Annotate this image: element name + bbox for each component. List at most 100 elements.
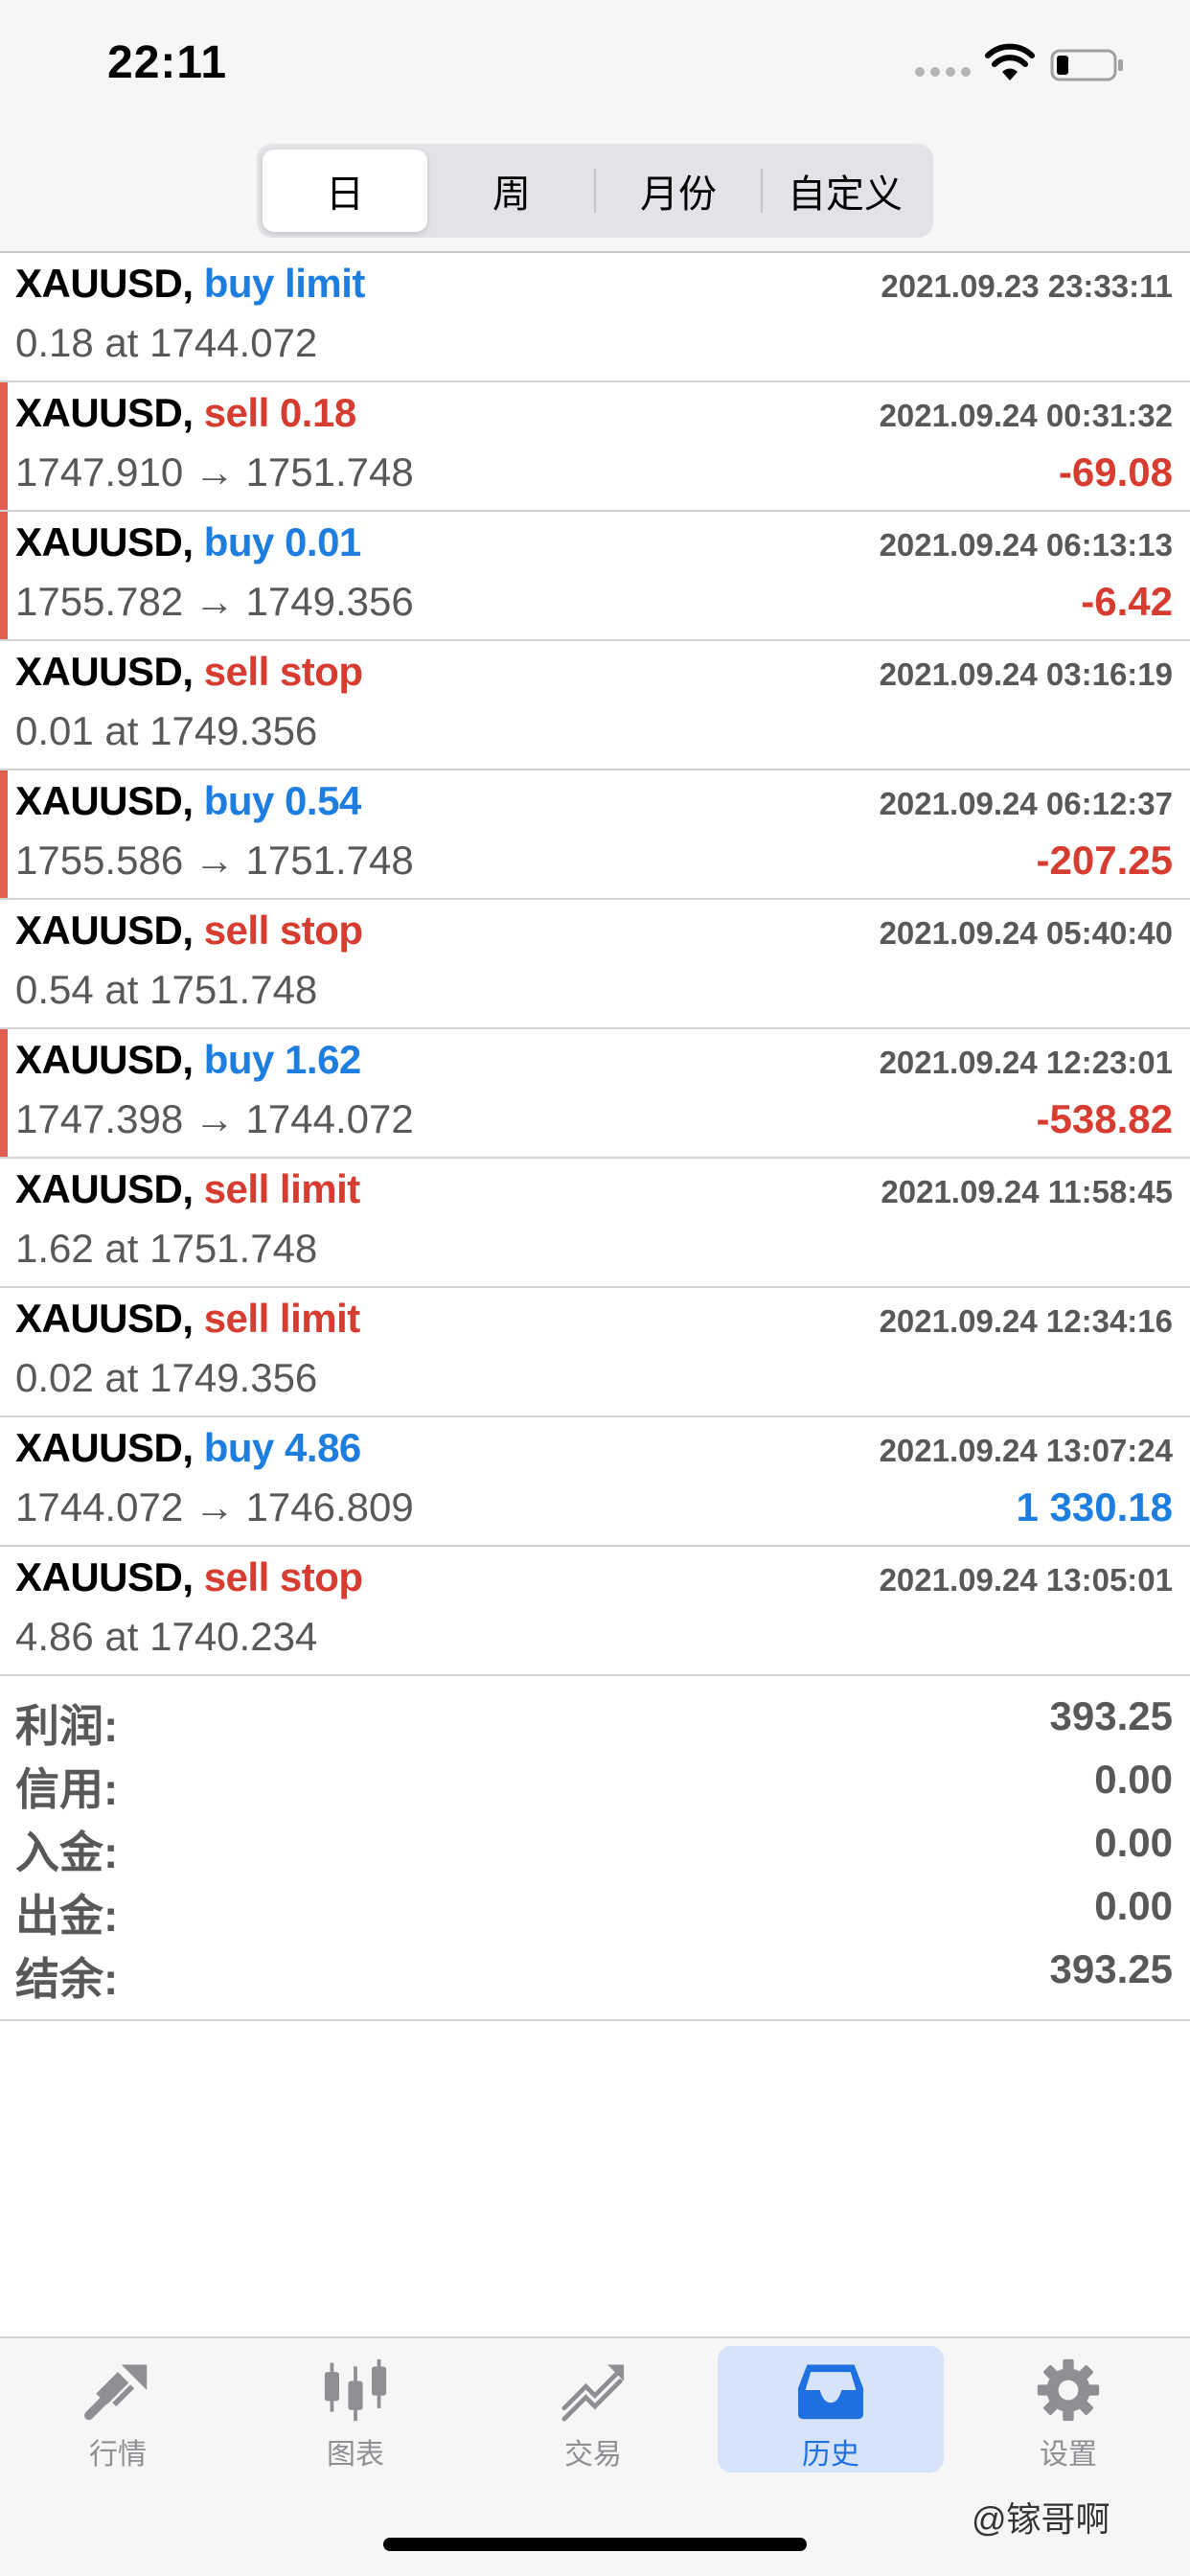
deal-action: buy 0.54 <box>203 778 362 823</box>
segment-custom[interactable]: 自定义 <box>763 150 927 232</box>
deal-time: 2021.09.24 12:23:01 <box>879 1045 1173 1080</box>
deal-time: 2021.09.24 13:05:01 <box>879 1562 1173 1598</box>
segment-day[interactable]: 日 <box>263 150 427 232</box>
summary-row: 利润: 393.25 <box>0 1686 1190 1751</box>
deal-title: XAUUSD, buy 0.01 <box>15 519 361 565</box>
deal-detail: 1755.782 → 1749.356 <box>15 579 414 624</box>
tab-settings[interactable]: 设置 <box>955 2346 1181 2472</box>
deal-detail: 1.62 at 1751.748 <box>15 1226 318 1271</box>
segment-week[interactable]: 周 <box>429 150 594 232</box>
deal-action: sell limit <box>203 1166 361 1211</box>
deal-detail: 0.02 at 1749.356 <box>15 1355 318 1400</box>
deal-row[interactable]: XAUUSD, sell limit 0.02 at 1749.356 2021.0… <box>0 1288 1190 1417</box>
deal-row[interactable]: XAUUSD, buy 1.62 1747.398 → 1744.072 2021.… <box>0 1029 1190 1159</box>
deal-row[interactable]: XAUUSD, sell limit 1.62 at 1751.748 2021.0… <box>0 1159 1190 1288</box>
deal-symbol: XAUUSD, <box>15 261 194 306</box>
deal-detail: 0.18 at 1744.072 <box>15 320 318 365</box>
history-deal-list: XAUUSD, buy limit 0.18 at 1744.072 2021.09… <box>0 253 1190 1676</box>
deal-symbol: XAUUSD, <box>15 778 194 823</box>
settings-icon <box>1037 2358 1100 2422</box>
tab-chart[interactable]: 图表 <box>242 2346 469 2472</box>
deal-row[interactable]: XAUUSD, sell 0.18 1747.910 → 1751.748 2021… <box>0 382 1190 512</box>
deal-profit: -207.25 <box>1036 838 1173 883</box>
summary-row: 结余: 393.25 <box>0 1939 1190 2004</box>
deal-row[interactable]: XAUUSD, buy 0.54 1755.586 → 1751.748 2021.… <box>0 770 1190 900</box>
deal-title: XAUUSD, sell stop <box>15 908 363 954</box>
tab-label: 历史 <box>802 2439 859 2471</box>
segment-month[interactable]: 月份 <box>596 150 761 232</box>
deal-title: XAUUSD, sell stop <box>15 649 363 695</box>
deal-title: XAUUSD, sell limit <box>15 1166 360 1212</box>
deal-time: 2021.09.24 12:34:16 <box>879 1303 1173 1339</box>
deal-title: XAUUSD, buy limit <box>15 261 365 307</box>
deal-action: buy 4.86 <box>203 1425 362 1470</box>
deal-time: 2021.09.23 23:33:11 <box>881 268 1173 304</box>
deal-action: sell stop <box>203 908 363 953</box>
deal-time: 2021.09.24 00:31:32 <box>879 398 1173 433</box>
watermark: @镓哥啊 <box>972 2499 1110 2539</box>
trade-icon <box>561 2364 625 2422</box>
tab-quotes[interactable]: 行情 <box>5 2346 231 2472</box>
account-summary: 利润: 393.25 信用: 0.00 入金: 0.00 出金: 0.00 结余: 393.25 <box>0 1676 1190 2021</box>
deal-title: XAUUSD, buy 1.62 <box>15 1037 361 1083</box>
summary-value: 0.00 <box>1094 1883 1173 1928</box>
deal-title: XAUUSD, sell limit <box>15 1296 360 1342</box>
deal-profit: -6.42 <box>1081 579 1173 624</box>
summary-value: 393.25 <box>1049 1693 1173 1738</box>
home-indicator[interactable] <box>383 2538 807 2551</box>
deal-symbol: XAUUSD, <box>15 1037 194 1082</box>
summary-row: 信用: 0.00 <box>0 1749 1190 1814</box>
deal-row[interactable]: XAUUSD, buy limit 0.18 at 1744.072 2021.09… <box>0 253 1190 382</box>
tab-label: 设置 <box>1040 2439 1097 2471</box>
summary-label: 利润: <box>15 1701 119 1751</box>
deal-detail: 1747.910 → 1751.748 <box>15 449 414 494</box>
deal-row[interactable]: XAUUSD, sell stop 0.01 at 1749.356 2021.09… <box>0 641 1190 770</box>
deal-action: buy limit <box>203 261 366 306</box>
period-segmented-control: 日 周 月份 自定义 <box>257 144 933 238</box>
deal-profit: -69.08 <box>1058 449 1173 494</box>
summary-label: 结余: <box>15 1954 119 2004</box>
deal-symbol: XAUUSD, <box>15 390 194 435</box>
summary-label: 信用: <box>15 1764 119 1814</box>
status-time: 22:11 <box>107 37 228 88</box>
quotes-icon <box>84 2364 148 2421</box>
deal-title: XAUUSD, buy 0.54 <box>15 778 361 824</box>
deal-title: XAUUSD, sell stop <box>15 1554 363 1600</box>
deal-detail: 1755.586 → 1751.748 <box>15 838 414 883</box>
deal-time: 2021.09.24 05:40:40 <box>879 915 1173 951</box>
deal-symbol: XAUUSD, <box>15 908 194 953</box>
deal-action: sell 0.18 <box>203 390 356 435</box>
deal-row[interactable]: XAUUSD, buy 0.01 1755.782 → 1749.356 2021.… <box>0 512 1190 641</box>
summary-row: 入金: 0.00 <box>0 1812 1190 1877</box>
deal-action: buy 1.62 <box>203 1037 362 1082</box>
deal-action: sell stop <box>203 1554 363 1599</box>
deal-profit: 1 330.18 <box>1016 1484 1174 1530</box>
deal-row[interactable]: XAUUSD, sell stop 0.54 at 1751.748 2021.09… <box>0 900 1190 1029</box>
summary-value: 0.00 <box>1094 1820 1173 1865</box>
deal-action: buy 0.01 <box>203 519 362 564</box>
tab-history[interactable]: 历史 <box>718 2346 944 2472</box>
deal-row[interactable]: XAUUSD, buy 4.86 1744.072 → 1746.809 2021.… <box>0 1417 1190 1547</box>
deal-symbol: XAUUSD, <box>15 519 194 564</box>
deal-time: 2021.09.24 03:16:19 <box>879 656 1173 692</box>
deal-symbol: XAUUSD, <box>15 1554 194 1599</box>
deal-time: 2021.09.24 11:58:45 <box>881 1174 1173 1209</box>
history-icon <box>798 2364 863 2420</box>
tab-trade[interactable]: 交易 <box>480 2346 706 2472</box>
wifi-icon <box>985 43 1035 80</box>
deal-detail: 0.01 at 1749.356 <box>15 708 318 753</box>
deal-detail: 1744.072 → 1746.809 <box>15 1484 414 1530</box>
summary-value: 393.25 <box>1049 1946 1173 1991</box>
deal-row[interactable]: XAUUSD, sell stop 4.86 at 1740.234 2021.09… <box>0 1547 1190 1676</box>
battery-icon <box>1050 49 1123 81</box>
tab-label: 行情 <box>89 2439 147 2471</box>
deal-detail: 0.54 at 1751.748 <box>15 967 318 1012</box>
deal-title: XAUUSD, sell 0.18 <box>15 390 356 436</box>
period-filter-bar: 日 周 月份 自定义 <box>0 125 1190 253</box>
deal-symbol: XAUUSD, <box>15 1166 194 1211</box>
deal-detail: 4.86 at 1740.234 <box>15 1614 318 1659</box>
chart-icon <box>324 2358 387 2422</box>
deal-symbol: XAUUSD, <box>15 1425 194 1470</box>
deal-action: sell limit <box>203 1296 361 1341</box>
deal-symbol: XAUUSD, <box>15 649 194 694</box>
